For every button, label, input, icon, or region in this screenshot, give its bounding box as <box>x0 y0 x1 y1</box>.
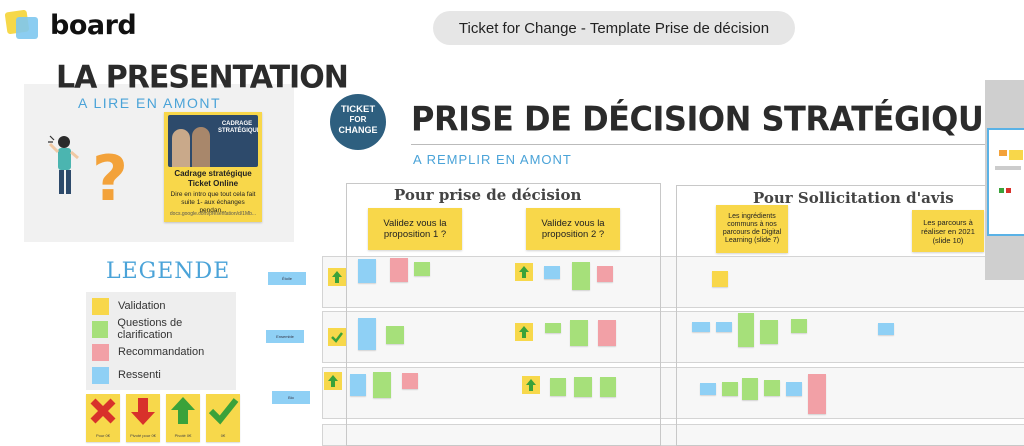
legend-item-label: Recommandation <box>118 346 205 358</box>
note-green[interactable] <box>600 377 616 397</box>
yellow-swatch <box>92 297 109 315</box>
note-green[interactable] <box>550 378 566 396</box>
note-green[interactable] <box>545 323 561 333</box>
note-blue[interactable] <box>692 322 710 332</box>
note-pink[interactable] <box>390 258 408 282</box>
vote-label: Pivoté pour 0€ <box>130 433 156 438</box>
green-up-arrow-icon[interactable] <box>515 263 533 281</box>
vote-label: Pour 0€ <box>95 433 110 438</box>
note-blue[interactable] <box>358 318 376 350</box>
note-pink[interactable] <box>598 320 616 346</box>
side-tag[interactable]: Bio <box>272 391 310 404</box>
note-green[interactable] <box>572 262 590 290</box>
green-up-arrow-icon[interactable] <box>522 376 540 394</box>
title-divider <box>411 144 1011 145</box>
presentation-title: LA PRESENTATION <box>56 59 349 96</box>
note-green[interactable] <box>570 320 588 346</box>
pink-swatch <box>92 343 109 361</box>
note-green[interactable] <box>414 262 430 276</box>
ticket-for-change-badge: TICKET FOR CHANGE <box>330 94 386 150</box>
minimap-thumb <box>1009 150 1023 160</box>
sticky-proposition-2[interactable]: Validez vous la proposition 2 ? <box>526 208 620 250</box>
legend-panel: Validation Questions de clarification Re… <box>86 292 236 390</box>
minimap-thumb <box>1006 188 1011 193</box>
badge-line-3: CHANGE <box>338 125 378 135</box>
note-pink[interactable] <box>808 374 826 414</box>
green-up-arrow-icon[interactable] <box>515 323 533 341</box>
minimap-thumb <box>999 188 1004 193</box>
note-blue[interactable] <box>700 383 716 395</box>
minimap-thumb <box>999 150 1007 156</box>
app-logo-text[interactable]: board <box>50 10 137 41</box>
note-green[interactable] <box>386 326 404 344</box>
board-logo-square-blue <box>16 17 38 39</box>
note-green[interactable] <box>791 319 807 333</box>
red-down-arrow-icon <box>131 398 155 425</box>
cadrage-url: docs.google.com/presentation/d/1Mb... <box>169 211 257 217</box>
green-check-icon[interactable] <box>328 328 346 346</box>
note-green[interactable] <box>760 320 778 344</box>
note-green[interactable] <box>373 372 391 398</box>
person-photo-1 <box>172 129 190 167</box>
minimap-card[interactable] <box>987 128 1024 236</box>
note-pink[interactable] <box>597 266 613 282</box>
cadrage-thumbnail-text: CADRAGE STRATÉGIQUE <box>218 121 258 134</box>
note-blue[interactable] <box>716 322 732 332</box>
board-title: Ticket for Change - Template Prise de dé… <box>458 19 770 37</box>
presentation-subtitle: A LIRE EN AMONT <box>78 95 222 111</box>
cadrage-title: Cadrage stratégique Ticket Online <box>174 169 252 188</box>
sticky-parcours-2021[interactable]: Les parcours à réaliser en 2021 (slide 1… <box>912 210 984 252</box>
note-green[interactable] <box>742 378 758 400</box>
green-up-arrow-icon[interactable] <box>324 372 342 390</box>
side-tag[interactable]: Étoile <box>268 272 306 285</box>
legend-item-validation: Validation <box>92 297 166 315</box>
legend-item-ressenti: Ressenti <box>92 366 161 384</box>
person-photo-2 <box>192 127 210 167</box>
sticky-ingredients[interactable]: Les ingrédients communs à nos parcours d… <box>716 205 788 253</box>
vote-sticker-reject[interactable]: Pour 0€ <box>86 394 120 442</box>
blue-swatch <box>92 366 109 384</box>
note-blue[interactable] <box>786 382 802 396</box>
vote-label: 0€ <box>220 433 226 438</box>
legend-item-label: Questions de clarification <box>117 317 183 341</box>
green-up-arrow-icon <box>171 397 195 424</box>
badge-line-2: FOR <box>349 115 367 124</box>
legend-item-label: Ressenti <box>118 369 161 381</box>
legend-item-recommendation: Recommandation <box>92 343 204 361</box>
green-swatch <box>92 320 109 338</box>
note-green[interactable] <box>738 313 754 347</box>
note-blue[interactable] <box>350 374 366 396</box>
main-title: PRISE DE DÉCISION STRATÉGIQUE <box>411 99 1005 139</box>
note-yellow[interactable] <box>712 271 728 287</box>
svg-text:?: ? <box>92 142 128 215</box>
note-green[interactable] <box>574 377 592 397</box>
note-blue[interactable] <box>544 266 560 279</box>
legend-item-label: Validation <box>118 300 166 312</box>
green-check-icon <box>208 398 239 425</box>
vote-label: Pivoté 0€ <box>174 433 192 438</box>
note-green[interactable] <box>722 382 738 396</box>
badge-line-1: TICKET <box>340 104 376 115</box>
vote-sticker-down[interactable]: Pivoté pour 0€ <box>126 394 160 442</box>
cadrage-link-card[interactable]: CADRAGE STRATÉGIQUE Cadrage stratégique … <box>164 112 262 222</box>
board-title-pill[interactable]: Ticket for Change - Template Prise de dé… <box>433 11 795 45</box>
note-green[interactable] <box>764 380 780 396</box>
vote-sticker-approve[interactable]: 0€ <box>206 394 240 442</box>
legend-title: LEGENDE <box>106 259 231 284</box>
legend-item-clarification: Questions de clarification <box>92 317 236 341</box>
note-blue[interactable] <box>358 259 376 283</box>
note-pink[interactable] <box>402 373 418 389</box>
sticky-proposition-1[interactable]: Validez vous la proposition 1 ? <box>368 208 462 250</box>
minimap-thumb <box>995 166 1021 170</box>
green-up-arrow-icon[interactable] <box>328 268 346 286</box>
frame-decision-title: Pour prise de décision <box>394 186 582 204</box>
side-tag[interactable]: Ensemble <box>266 330 304 343</box>
cadrage-thumbnail: CADRAGE STRATÉGIQUE <box>168 115 258 167</box>
red-x-icon <box>90 398 116 424</box>
note-blue[interactable] <box>878 323 894 335</box>
main-subtitle: A REMPLIR EN AMONT <box>413 152 572 167</box>
vote-sticker-up[interactable]: Pivoté 0€ <box>166 394 200 442</box>
question-person-illustration: ? <box>48 135 128 215</box>
